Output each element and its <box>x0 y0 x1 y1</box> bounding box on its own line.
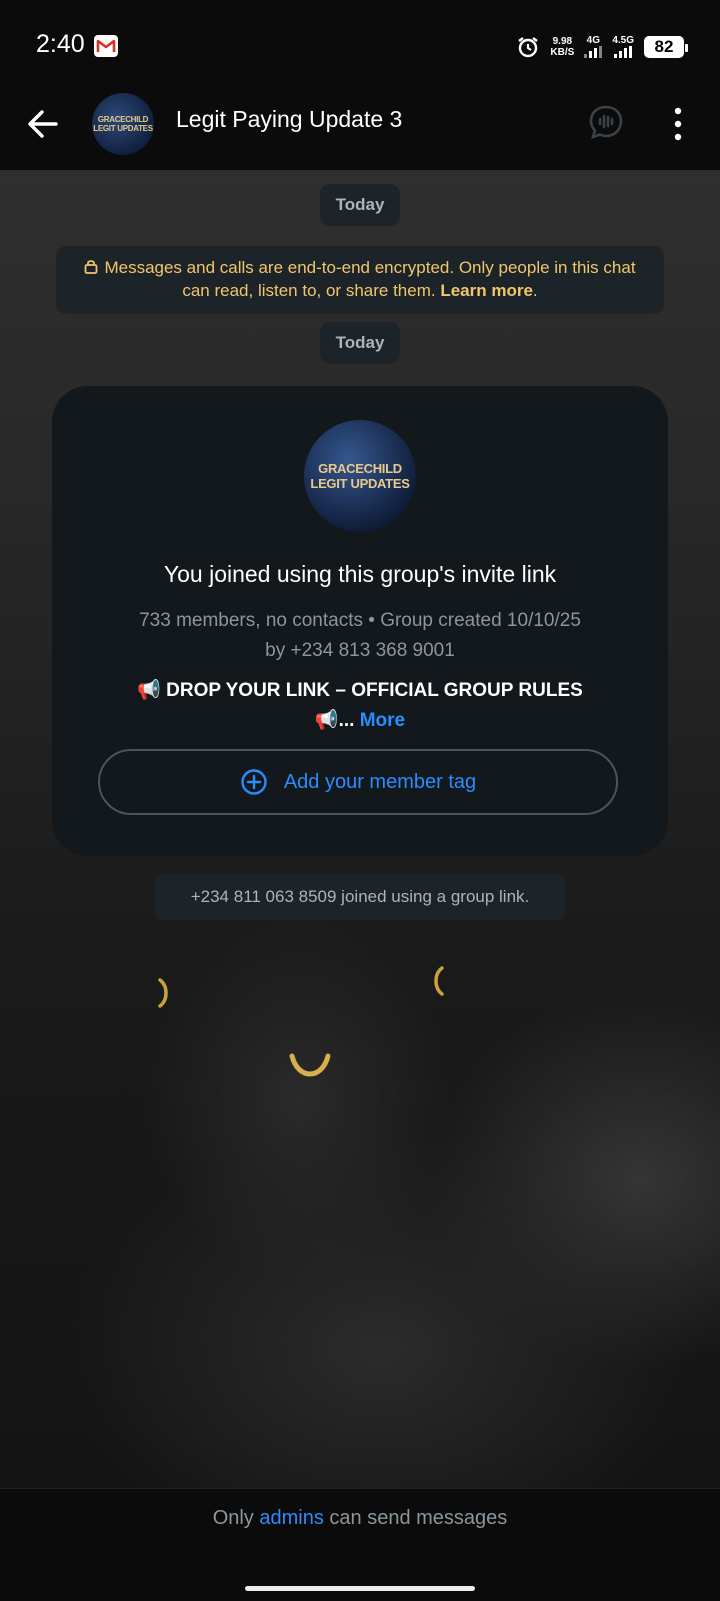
wallpaper-earring-icon <box>289 1053 331 1077</box>
status-time: 2:40 <box>36 30 85 58</box>
add-member-tag-button[interactable]: Add your member tag <box>98 749 618 815</box>
status-bar: 2:40 9.98 KB/S 4G 4.5G 82 <box>0 0 720 92</box>
signal-bars-icon <box>584 46 603 58</box>
battery-level: 82 <box>654 37 674 56</box>
wallpaper-earring-icon <box>434 966 444 996</box>
more-link[interactable]: More <box>360 710 405 731</box>
group-meta: 733 members, no contacts • Group created… <box>139 610 581 661</box>
signal-2: 4.5G <box>612 36 634 58</box>
alarm-icon <box>518 37 539 58</box>
group-title[interactable]: Legit Paying Update 3 <box>176 106 402 133</box>
group-avatar-text: GRACECHILD LEGIT UPDATES <box>93 115 153 133</box>
gmail-icon <box>94 35 118 57</box>
admins-link[interactable]: admins <box>259 1507 323 1529</box>
invite-title: You joined using this group's invite lin… <box>163 561 557 587</box>
speed-value: 9.98 <box>552 36 573 47</box>
date-chip: Today <box>320 322 400 364</box>
add-circle-icon <box>241 769 267 795</box>
voice-chat-icon[interactable] <box>588 104 624 140</box>
rules-line-2: 📢... <box>314 710 355 731</box>
card-avatar-line-1: GRACECHILD <box>318 461 402 476</box>
admins-only-notice: Only admins can send messages <box>0 1507 720 1530</box>
wallpaper-earring-icon <box>158 978 168 1008</box>
footer-prefix: Only <box>212 1507 254 1529</box>
avatar-line-2: LEGIT UPDATES <box>93 124 153 133</box>
more-options-icon[interactable] <box>672 107 684 141</box>
group-description: 📢 DROP YOUR LINK – OFFICIAL GROUP RULES … <box>92 676 628 736</box>
signal-1: 4G <box>584 35 603 58</box>
home-indicator[interactable] <box>245 1586 475 1591</box>
chat-header: GRACECHILD LEGIT UPDATES Legit Paying Up… <box>0 92 720 170</box>
footer-suffix: can send messages <box>329 1507 508 1529</box>
encryption-text: Messages and calls are end-to-end encryp… <box>104 258 636 300</box>
card-group-avatar[interactable]: GRACECHILD LEGIT UPDATES <box>304 420 416 532</box>
card-avatar-line-2: LEGIT UPDATES <box>310 476 410 491</box>
back-arrow-icon[interactable] <box>26 107 60 141</box>
network-speed: 9.98 KB/S <box>550 36 574 58</box>
encryption-notice[interactable]: Messages and calls are end-to-end encryp… <box>56 246 664 314</box>
rules-line-1: 📢 DROP YOUR LINK – OFFICIAL GROUP RULES <box>137 680 583 701</box>
date-chip: Today <box>320 184 400 226</box>
signal-bars-icon <box>614 46 633 58</box>
encryption-suffix: . <box>532 281 538 300</box>
avatar-line-1: GRACECHILD <box>97 115 149 124</box>
footer-bar: Only admins can send messages <box>0 1488 720 1601</box>
lock-icon <box>85 260 98 274</box>
battery-icon: 82 <box>644 36 688 58</box>
group-avatar[interactable]: GRACECHILD LEGIT UPDATES <box>92 93 154 155</box>
network-type-1: 4G <box>586 35 600 46</box>
status-icons: 9.98 KB/S 4G 4.5G 82 <box>516 30 688 64</box>
network-type-2: 4.5G <box>612 35 634 46</box>
invite-info-card: GRACECHILD LEGIT UPDATES You joined usin… <box>52 386 668 856</box>
system-message: +234 811 063 8509 joined using a group l… <box>154 874 566 920</box>
card-avatar-text: GRACECHILD LEGIT UPDATES <box>310 461 409 491</box>
speed-unit: KB/S <box>550 47 575 58</box>
add-member-tag-label: Add your member tag <box>283 770 477 793</box>
chat-area[interactable]: Today Messages and calls are end-to-end … <box>0 170 720 1488</box>
learn-more-link[interactable]: Learn more <box>440 281 533 300</box>
